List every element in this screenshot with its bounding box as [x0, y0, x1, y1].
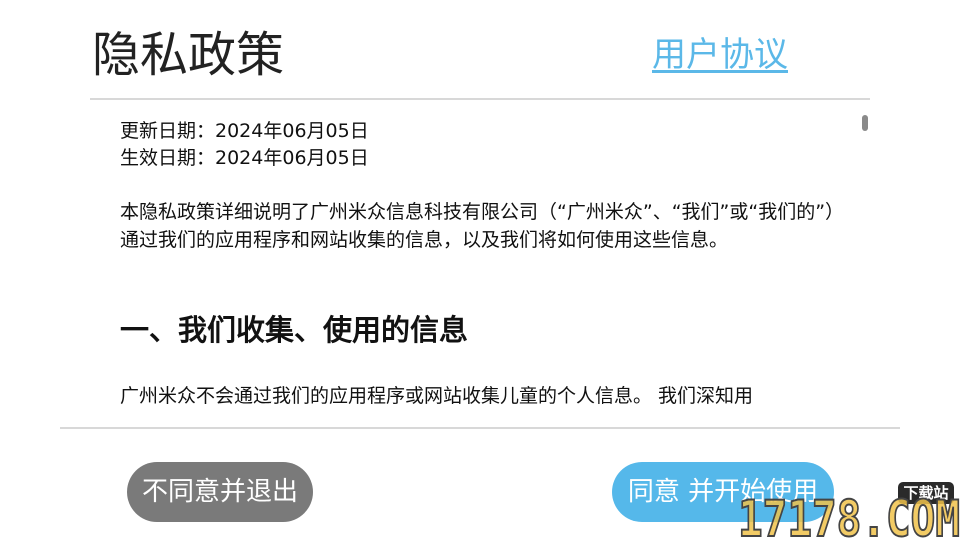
scrollbar-thumb[interactable] — [862, 115, 868, 131]
watermark-logo-text: 17178.COM — [738, 490, 960, 540]
privacy-policy-title: 隐私政策 — [92, 27, 285, 83]
updated-date: 更新日期：2024年06月05日 — [120, 120, 369, 142]
footer-divider — [60, 427, 900, 429]
user-agreement-link[interactable]: 用户协议 — [652, 33, 788, 77]
section-heading: 一、我们收集、使用的信息 — [120, 313, 469, 347]
watermark-logo: 下载站 17178.COM — [737, 482, 960, 540]
section-paragraph: 广州米众不会通过我们的应用程序或网站收集儿童的个人信息。 我们深知用 — [120, 385, 754, 407]
decline-exit-button[interactable]: 不同意并退出 — [127, 462, 313, 522]
policy-content[interactable]: 更新日期：2024年06月05日 生效日期：2024年06月05日 本隐私政策详… — [120, 110, 840, 420]
intro-paragraph: 本隐私政策详细说明了广州米众信息科技有限公司（“广州米众”、“我们”或“我们的”… — [120, 201, 835, 251]
effective-date: 生效日期：2024年06月05日 — [120, 147, 369, 169]
header-divider — [90, 98, 870, 100]
